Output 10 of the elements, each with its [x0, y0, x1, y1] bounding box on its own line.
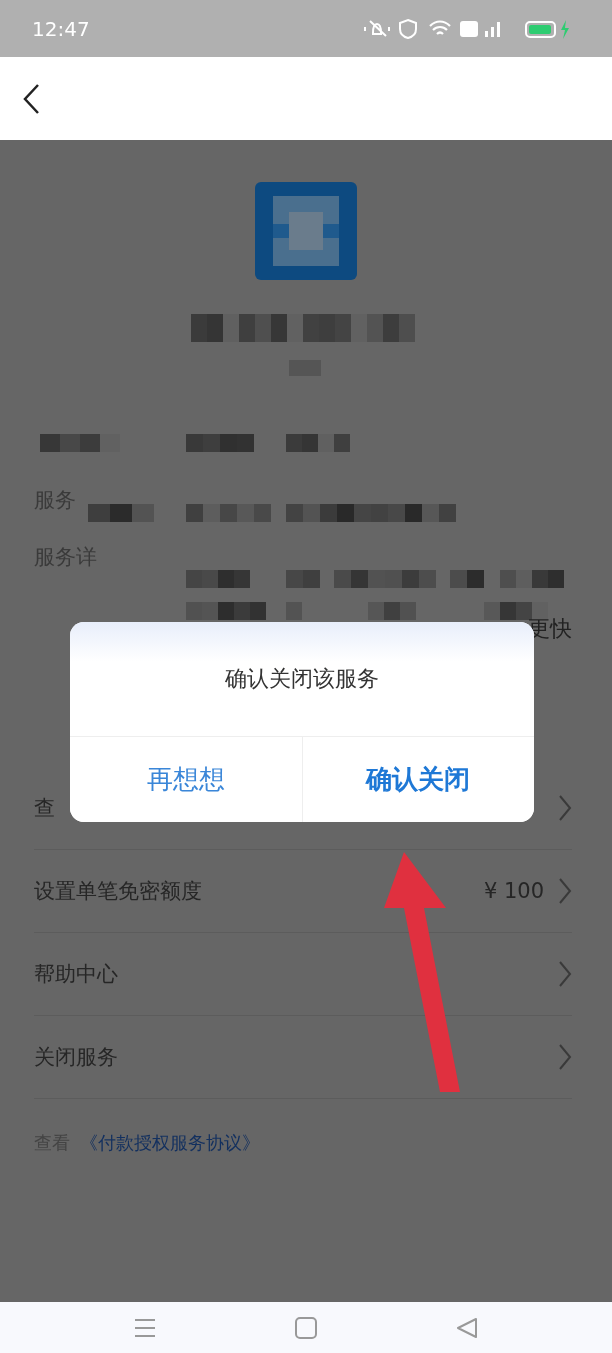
back-icon[interactable]	[22, 82, 40, 115]
chevron-icon	[558, 877, 572, 905]
chevron-icon	[558, 960, 572, 988]
home-icon[interactable]	[295, 1316, 317, 1339]
cancel-button[interactable]: 再想想	[70, 737, 303, 822]
chevron-icon	[558, 1043, 572, 1071]
agreement-link[interactable]: 《付款授权服务协议》	[80, 1131, 260, 1155]
clock: 12:47	[32, 16, 90, 41]
chevron-icon	[558, 794, 572, 822]
menu-icon[interactable]	[134, 1317, 157, 1338]
